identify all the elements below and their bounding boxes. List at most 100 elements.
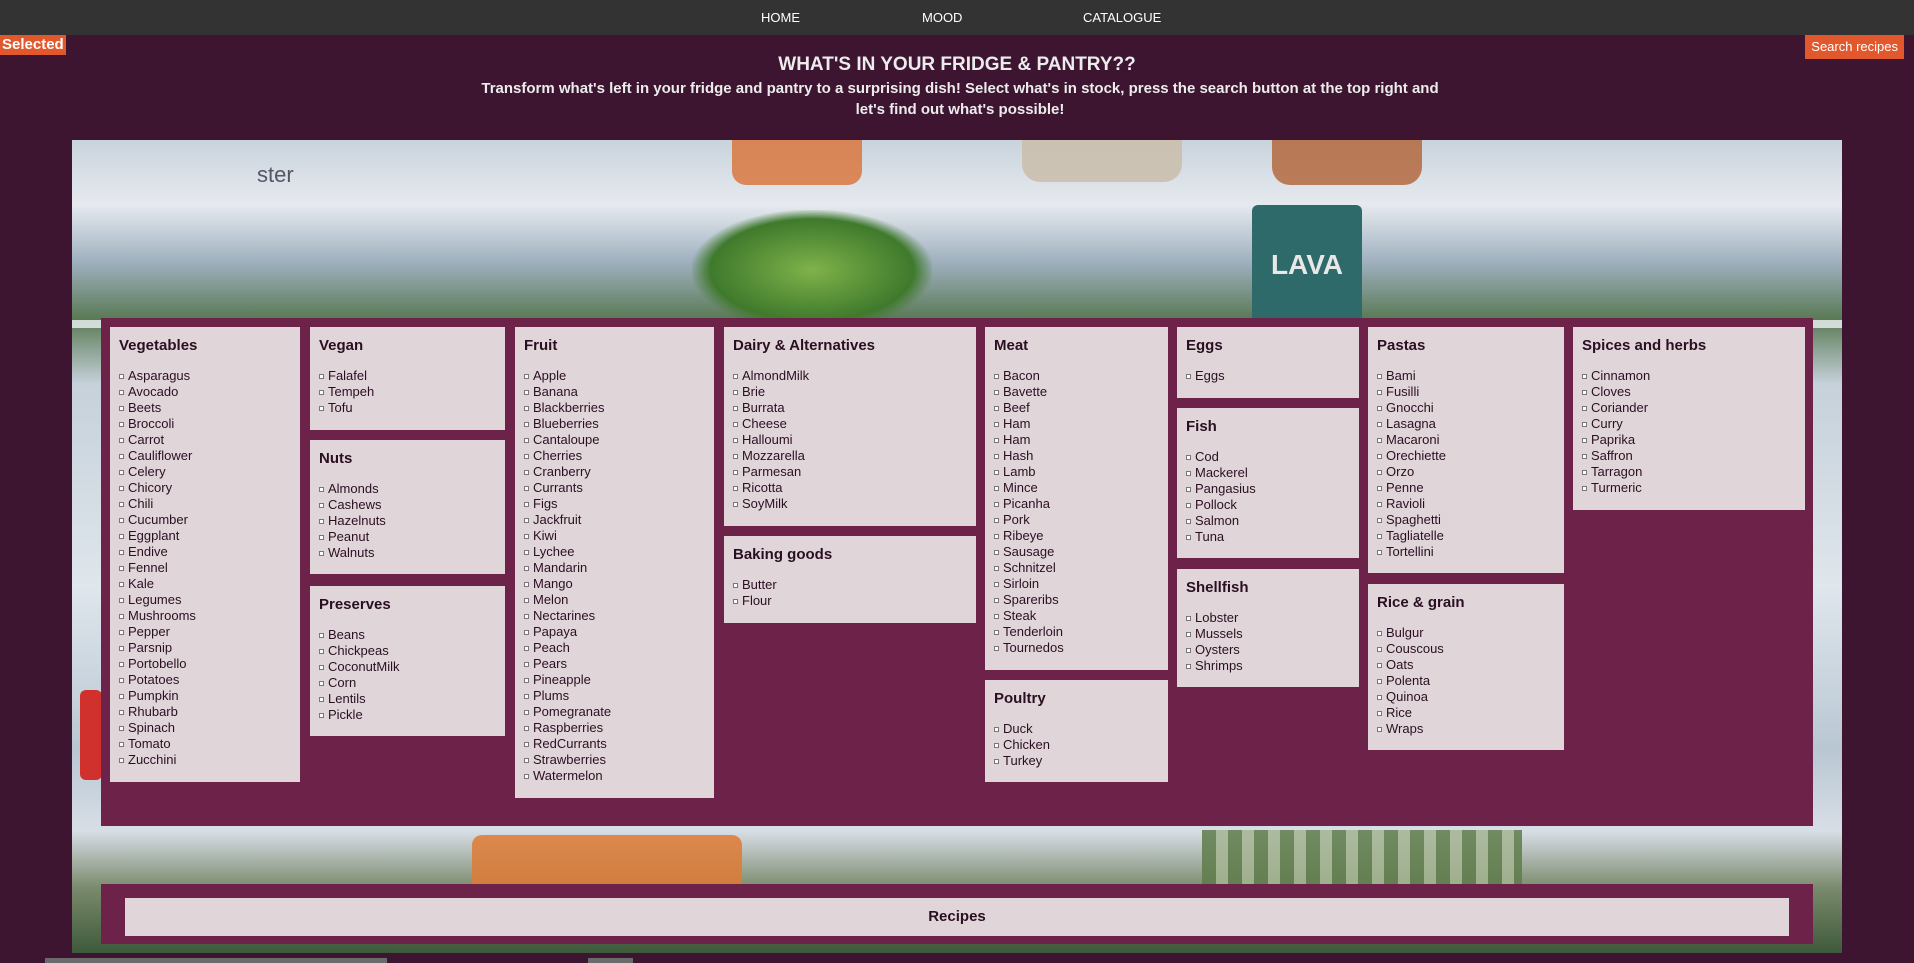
- ingredient-item[interactable]: Carrot: [119, 432, 291, 448]
- checkbox-icon[interactable]: [1186, 374, 1191, 380]
- ingredient-item[interactable]: Pollock: [1186, 497, 1350, 513]
- ingredient-item[interactable]: Curry: [1582, 416, 1796, 432]
- checkbox-icon[interactable]: [524, 486, 529, 492]
- checkbox-icon[interactable]: [1186, 519, 1191, 525]
- checkbox-icon[interactable]: [994, 646, 999, 652]
- checkbox-icon[interactable]: [319, 406, 324, 412]
- ingredient-item[interactable]: Jackfruit: [524, 512, 705, 528]
- checkbox-icon[interactable]: [1377, 390, 1382, 396]
- ingredient-item[interactable]: Eggplant: [119, 528, 291, 544]
- horizontal-scrollbar[interactable]: [45, 958, 387, 963]
- checkbox-icon[interactable]: [524, 646, 529, 652]
- ingredient-item[interactable]: Bacon: [994, 368, 1159, 384]
- checkbox-icon[interactable]: [994, 390, 999, 396]
- checkbox-icon[interactable]: [524, 630, 529, 636]
- ingredient-item[interactable]: Apple: [524, 368, 705, 384]
- checkbox-icon[interactable]: [319, 681, 324, 687]
- checkbox-icon[interactable]: [1377, 470, 1382, 476]
- ingredient-item[interactable]: Eggs: [1186, 368, 1350, 384]
- checkbox-icon[interactable]: [119, 502, 124, 508]
- ingredient-item[interactable]: Shrimps: [1186, 658, 1350, 674]
- checkbox-icon[interactable]: [119, 710, 124, 716]
- checkbox-icon[interactable]: [524, 470, 529, 476]
- checkbox-icon[interactable]: [319, 697, 324, 703]
- ingredient-item[interactable]: Tuna: [1186, 529, 1350, 545]
- ingredient-item[interactable]: Pumpkin: [119, 688, 291, 704]
- checkbox-icon[interactable]: [1582, 454, 1587, 460]
- checkbox-icon[interactable]: [994, 550, 999, 556]
- ingredient-item[interactable]: Picanha: [994, 496, 1159, 512]
- checkbox-icon[interactable]: [1377, 679, 1382, 685]
- checkbox-icon[interactable]: [733, 454, 738, 460]
- ingredient-item[interactable]: Kiwi: [524, 528, 705, 544]
- ingredient-item[interactable]: Beets: [119, 400, 291, 416]
- checkbox-icon[interactable]: [119, 518, 124, 524]
- ingredient-item[interactable]: Cashews: [319, 497, 496, 513]
- checkbox-icon[interactable]: [319, 374, 324, 380]
- checkbox-icon[interactable]: [994, 614, 999, 620]
- checkbox-icon[interactable]: [1582, 390, 1587, 396]
- checkbox-icon[interactable]: [1377, 438, 1382, 444]
- ingredient-item[interactable]: Avocado: [119, 384, 291, 400]
- ingredient-item[interactable]: Falafel: [319, 368, 496, 384]
- ingredient-item[interactable]: Ham: [994, 432, 1159, 448]
- checkbox-icon[interactable]: [319, 503, 324, 509]
- checkbox-icon[interactable]: [319, 713, 324, 719]
- ingredient-item[interactable]: Gnocchi: [1377, 400, 1555, 416]
- ingredient-item[interactable]: Beans: [319, 627, 496, 643]
- ingredient-item[interactable]: Chili: [119, 496, 291, 512]
- ingredient-item[interactable]: Tenderloin: [994, 624, 1159, 640]
- checkbox-icon[interactable]: [119, 534, 124, 540]
- ingredient-item[interactable]: Duck: [994, 721, 1159, 737]
- checkbox-icon[interactable]: [524, 518, 529, 524]
- ingredient-item[interactable]: Ricotta: [733, 480, 967, 496]
- ingredient-item[interactable]: Schnitzel: [994, 560, 1159, 576]
- checkbox-icon[interactable]: [524, 406, 529, 412]
- checkbox-icon[interactable]: [994, 566, 999, 572]
- ingredient-item[interactable]: Brie: [733, 384, 967, 400]
- ingredient-item[interactable]: Blackberries: [524, 400, 705, 416]
- checkbox-icon[interactable]: [119, 630, 124, 636]
- checkbox-icon[interactable]: [524, 614, 529, 620]
- ingredient-item[interactable]: Raspberries: [524, 720, 705, 736]
- ingredient-item[interactable]: RedCurrants: [524, 736, 705, 752]
- checkbox-icon[interactable]: [1582, 422, 1587, 428]
- checkbox-icon[interactable]: [733, 390, 738, 396]
- checkbox-icon[interactable]: [994, 759, 999, 765]
- ingredient-item[interactable]: Endive: [119, 544, 291, 560]
- ingredient-item[interactable]: Oysters: [1186, 642, 1350, 658]
- ingredient-item[interactable]: Cantaloupe: [524, 432, 705, 448]
- checkbox-icon[interactable]: [119, 598, 124, 604]
- ingredient-item[interactable]: Mushrooms: [119, 608, 291, 624]
- checkbox-icon[interactable]: [1186, 632, 1191, 638]
- ingredient-item[interactable]: Chickpeas: [319, 643, 496, 659]
- ingredient-item[interactable]: Chicory: [119, 480, 291, 496]
- ingredient-item[interactable]: Peach: [524, 640, 705, 656]
- ingredient-item[interactable]: Couscous: [1377, 641, 1555, 657]
- checkbox-icon[interactable]: [524, 662, 529, 668]
- ingredient-item[interactable]: Steak: [994, 608, 1159, 624]
- ingredient-item[interactable]: Mozzarella: [733, 448, 967, 464]
- ingredient-item[interactable]: Tomato: [119, 736, 291, 752]
- checkbox-icon[interactable]: [1377, 422, 1382, 428]
- checkbox-icon[interactable]: [119, 486, 124, 492]
- ingredient-item[interactable]: Burrata: [733, 400, 967, 416]
- ingredient-item[interactable]: Parsnip: [119, 640, 291, 656]
- checkbox-icon[interactable]: [733, 583, 738, 589]
- ingredient-item[interactable]: Tempeh: [319, 384, 496, 400]
- checkbox-icon[interactable]: [994, 470, 999, 476]
- checkbox-icon[interactable]: [119, 406, 124, 412]
- checkbox-icon[interactable]: [524, 374, 529, 380]
- ingredient-item[interactable]: Pineapple: [524, 672, 705, 688]
- recipes-button[interactable]: Recipes: [125, 898, 1789, 936]
- checkbox-icon[interactable]: [524, 758, 529, 764]
- checkbox-icon[interactable]: [524, 454, 529, 460]
- ingredient-item[interactable]: Peanut: [319, 529, 496, 545]
- ingredient-item[interactable]: Butter: [733, 577, 967, 593]
- checkbox-icon[interactable]: [1186, 664, 1191, 670]
- ingredient-item[interactable]: Mango: [524, 576, 705, 592]
- checkbox-icon[interactable]: [524, 550, 529, 556]
- ingredient-item[interactable]: CoconutMilk: [319, 659, 496, 675]
- checkbox-icon[interactable]: [524, 566, 529, 572]
- checkbox-icon[interactable]: [1377, 663, 1382, 669]
